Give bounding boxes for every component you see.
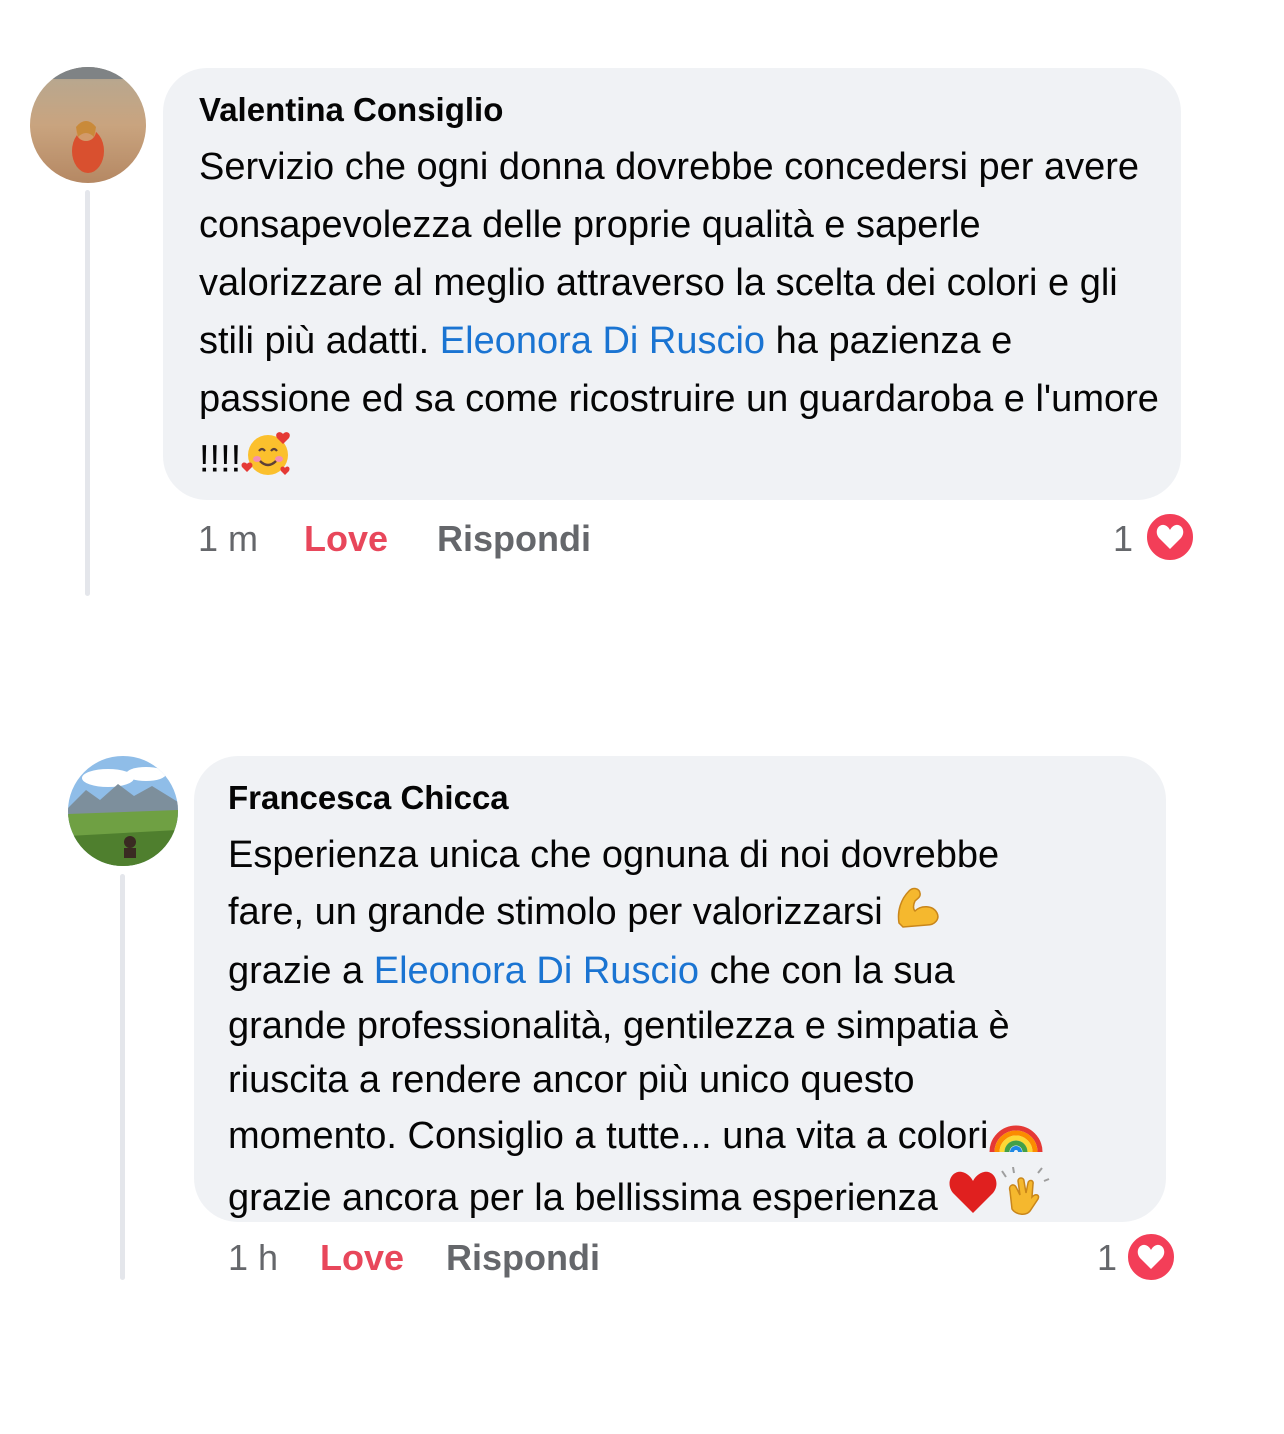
clapping-hands-icon — [998, 1166, 1050, 1233]
comment-line: riuscita a rendere ancor più unico quest… — [228, 1059, 915, 1101]
reaction-count[interactable]: 1 — [1097, 1238, 1117, 1278]
comment-line: Esperienza unica che ognuna di noi dovre… — [228, 834, 1000, 876]
comment-bubble[interactable]: Francesca Chicca Esperienza unica che og… — [194, 756, 1166, 1222]
reply-button[interactable]: Rispondi — [437, 519, 591, 559]
mention-link[interactable]: Eleonora Di Ruscio — [440, 320, 765, 362]
avatar[interactable] — [30, 67, 146, 183]
comment-text: Servizio che ogni donna dovrebbe concede… — [199, 138, 1159, 495]
reply-button[interactable]: Rispondi — [446, 1238, 600, 1278]
flexed-biceps-icon — [893, 883, 943, 945]
avatar-beach-photo — [30, 67, 146, 183]
comment-line: fare, un grande stimolo per valorizzarsi — [228, 883, 1136, 945]
red-heart-icon — [948, 1169, 998, 1231]
comment-text: Esperienza unica che ognuna di noi dovre… — [228, 828, 1136, 1233]
love-button[interactable]: Love — [304, 519, 388, 559]
comment-time[interactable]: 1 h — [228, 1238, 278, 1278]
thread-line — [120, 874, 125, 1280]
thread-line — [85, 190, 90, 596]
rainbow-icon — [988, 1108, 1044, 1168]
comment-text-part: che con la sua — [709, 950, 955, 992]
comment-2: Francesca Chicca Esperienza unica che og… — [0, 700, 1284, 1320]
avatar-mountain-photo — [68, 756, 178, 866]
comment-text-part: fare, un grande stimolo per valorizzarsi — [228, 890, 883, 933]
love-button[interactable]: Love — [320, 1238, 404, 1278]
comment-bubble[interactable]: Valentina Consiglio Servizio che ogni do… — [163, 68, 1181, 500]
heart-icon — [1156, 524, 1184, 549]
love-reaction-icon[interactable] — [1124, 1230, 1178, 1284]
smiling-face-with-hearts-icon — [241, 428, 295, 495]
love-reaction-icon[interactable] — [1143, 510, 1197, 564]
comment-time[interactable]: 1 m — [198, 519, 258, 559]
heart-icon — [1137, 1244, 1165, 1269]
comment-line: grazie ancora per la bellissima esperien… — [228, 1166, 1136, 1233]
comment-line: grande professionalità, gentilezza e sim… — [228, 1004, 1010, 1047]
comment-line: momento. Consiglio a tutte... una vita a… — [228, 1108, 1136, 1168]
comment-1: Valentina Consiglio Servizio che ogni do… — [0, 0, 1284, 620]
comment-line: grazie a Eleonora Di Ruscio che con la s… — [228, 944, 1136, 999]
comment-text-part: grazie a — [228, 950, 374, 992]
comment-author[interactable]: Valentina Consiglio — [199, 90, 1151, 130]
comment-text-part: grazie ancora per la bellissima esperien… — [228, 1176, 938, 1219]
reaction-count[interactable]: 1 — [1113, 519, 1133, 559]
comment-text-part: momento. Consiglio a tutte... una vita a… — [228, 1114, 989, 1157]
avatar[interactable] — [68, 756, 178, 866]
comment-author[interactable]: Francesca Chicca — [228, 778, 1136, 818]
mention-link[interactable]: Eleonora Di Ruscio — [374, 950, 699, 992]
